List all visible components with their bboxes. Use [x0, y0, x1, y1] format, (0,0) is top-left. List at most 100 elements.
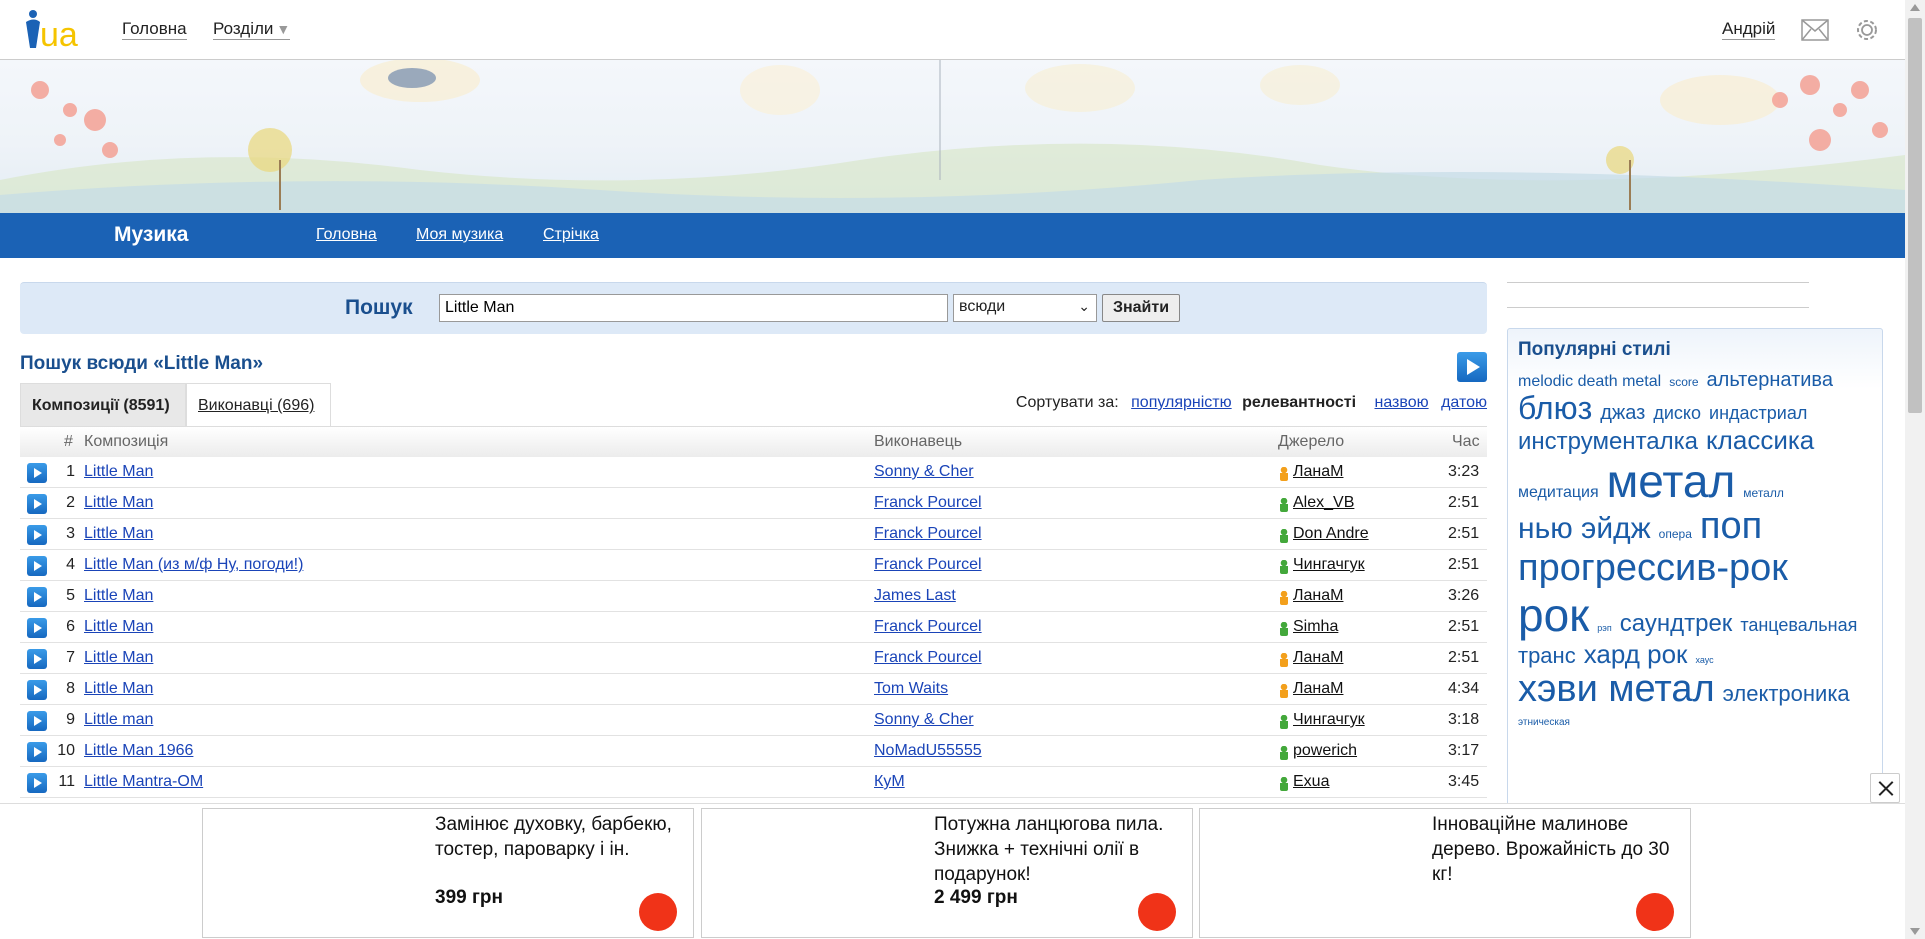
style-tag[interactable]: нью эйдж	[1518, 512, 1651, 545]
ad-cta-dot[interactable]	[1138, 893, 1176, 931]
song-link[interactable]: Little Man	[84, 618, 153, 636]
style-tag[interactable]: прогрессив-рок	[1518, 547, 1788, 590]
search-scope-select[interactable]: всюди ⌄	[953, 294, 1097, 322]
style-tag[interactable]: хард рок	[1584, 640, 1688, 669]
song-link[interactable]: Little Man 1966	[84, 742, 193, 760]
music-nav-my-music[interactable]: Моя музика	[416, 226, 503, 244]
source-link[interactable]: ЛанаМ	[1293, 587, 1343, 605]
play-icon[interactable]	[27, 525, 47, 545]
play-icon[interactable]	[27, 742, 47, 762]
style-tag[interactable]: опера	[1659, 527, 1692, 541]
artist-link[interactable]: James Last	[874, 587, 956, 605]
style-tag[interactable]: рэп	[1597, 623, 1611, 634]
style-tag[interactable]: саундтрек	[1620, 610, 1733, 637]
artist-link[interactable]: Tom Waits	[874, 680, 948, 698]
scrollbar-thumb[interactable]	[1908, 18, 1922, 413]
song-link[interactable]: Little Man	[84, 680, 153, 698]
style-tag[interactable]: рок	[1518, 590, 1589, 641]
user-name-link[interactable]: Андрій	[1722, 19, 1776, 40]
style-tag[interactable]: электроника	[1723, 681, 1850, 706]
song-link[interactable]: Little Man (из м/ф Ну, погоди!)	[84, 556, 303, 574]
source-link[interactable]: Simha	[1293, 618, 1338, 636]
source-link[interactable]: Don Andre	[1293, 525, 1369, 543]
scroll-down-icon[interactable]	[1910, 928, 1920, 935]
style-tag[interactable]: диско	[1653, 403, 1701, 424]
song-link[interactable]: Little Man	[84, 494, 153, 512]
style-tag[interactable]: инструменталка	[1518, 428, 1698, 455]
play-icon[interactable]	[27, 556, 47, 576]
style-tag[interactable]: метал	[1607, 455, 1736, 507]
play-icon[interactable]	[27, 618, 47, 638]
gear-icon[interactable]	[1853, 16, 1881, 44]
source-link[interactable]: Alex_VB	[1293, 494, 1354, 512]
artist-link[interactable]: Franck Pourcel	[874, 494, 982, 512]
style-tag[interactable]: score	[1669, 375, 1698, 389]
source-link[interactable]: powerich	[1293, 742, 1357, 760]
style-tag[interactable]: поп	[1700, 505, 1762, 548]
artist-link[interactable]: Franck Pourcel	[874, 649, 982, 667]
play-icon[interactable]	[27, 711, 47, 731]
artist-link[interactable]: Franck Pourcel	[874, 618, 982, 636]
mail-icon[interactable]	[1801, 19, 1829, 41]
song-link[interactable]: Little man	[84, 711, 153, 729]
play-icon[interactable]	[27, 649, 47, 669]
play-icon[interactable]	[27, 463, 47, 483]
style-tag[interactable]: хэви метал	[1518, 668, 1715, 711]
source-link[interactable]: ЛанаМ	[1293, 680, 1343, 698]
song-link[interactable]: Little Man	[84, 587, 153, 605]
style-tag[interactable]: индастриал	[1709, 403, 1807, 424]
play-icon[interactable]	[27, 494, 47, 514]
song-link[interactable]: Little Mantra-OM	[84, 773, 203, 791]
play-icon[interactable]	[27, 587, 47, 607]
sort-name[interactable]: назвою	[1375, 394, 1429, 411]
play-icon[interactable]	[27, 773, 47, 793]
top-nav-sections[interactable]: Розділи ▼	[213, 19, 291, 40]
tab-artists[interactable]: Виконавці (696)	[186, 383, 331, 426]
style-tag[interactable]: блюз	[1518, 390, 1592, 426]
page-scrollbar[interactable]	[1905, 0, 1925, 939]
style-tag[interactable]: melodic death metal	[1518, 373, 1661, 391]
close-ad-button[interactable]	[1870, 773, 1900, 803]
style-tag[interactable]: танцевальная	[1740, 615, 1857, 636]
music-nav-home[interactable]: Головна	[316, 226, 377, 244]
play-icon[interactable]	[27, 680, 47, 700]
ad-card[interactable]: Замінює духовку, барбекю, тостер, парова…	[202, 808, 694, 938]
ad-cta-dot[interactable]	[639, 893, 677, 931]
artist-link[interactable]: Franck Pourcel	[874, 525, 982, 543]
artist-link[interactable]: КуМ	[874, 773, 905, 791]
style-tag[interactable]: транс	[1518, 644, 1576, 668]
style-tag[interactable]: классика	[1706, 426, 1814, 455]
song-link[interactable]: Little Man	[84, 525, 153, 543]
style-tag[interactable]: альтернатива	[1707, 369, 1833, 391]
ad-card[interactable]: Інноваційне малинове дерево. Врожайність…	[1199, 808, 1691, 938]
scroll-up-icon[interactable]	[1910, 4, 1920, 11]
search-input[interactable]	[439, 294, 948, 322]
tab-compositions[interactable]: Композиції (8591)	[20, 383, 186, 426]
style-tag[interactable]: хаус	[1695, 655, 1713, 666]
source-link[interactable]: Чингачгук	[1293, 556, 1365, 574]
style-tag[interactable]: этническая	[1518, 717, 1570, 728]
source-link[interactable]: Чингачгук	[1293, 711, 1365, 729]
source-link[interactable]: Exua	[1293, 773, 1329, 791]
song-link[interactable]: Little Man	[84, 463, 153, 481]
artist-link[interactable]: NoMadU55555	[874, 742, 982, 760]
sort-popularity[interactable]: популярністю	[1131, 394, 1232, 411]
ad-cta-dot[interactable]	[1636, 893, 1674, 931]
site-logo[interactable]: ua	[22, 8, 94, 54]
song-link[interactable]: Little Man	[84, 649, 153, 667]
source-link[interactable]: ЛанаМ	[1293, 649, 1343, 667]
style-tag[interactable]: металл	[1743, 486, 1784, 500]
artist-link[interactable]: Sonny & Cher	[874, 711, 974, 729]
style-tag[interactable]: медитация	[1518, 484, 1599, 502]
style-tag[interactable]: джаз	[1600, 402, 1645, 424]
ad-card[interactable]: Потужна ланцюгова пила. Знижка + технічн…	[701, 808, 1193, 938]
source-link[interactable]: ЛанаМ	[1293, 463, 1343, 481]
search-button[interactable]: Знайти	[1102, 294, 1180, 322]
artist-link[interactable]: Sonny & Cher	[874, 463, 974, 481]
sort-date[interactable]: датою	[1441, 394, 1487, 411]
artist-link[interactable]: Franck Pourcel	[874, 556, 982, 574]
music-nav-feed[interactable]: Стрічка	[543, 226, 599, 244]
top-nav-home[interactable]: Головна	[122, 19, 187, 40]
play-all-button[interactable]	[1457, 352, 1487, 382]
header-banner	[0, 60, 1905, 213]
